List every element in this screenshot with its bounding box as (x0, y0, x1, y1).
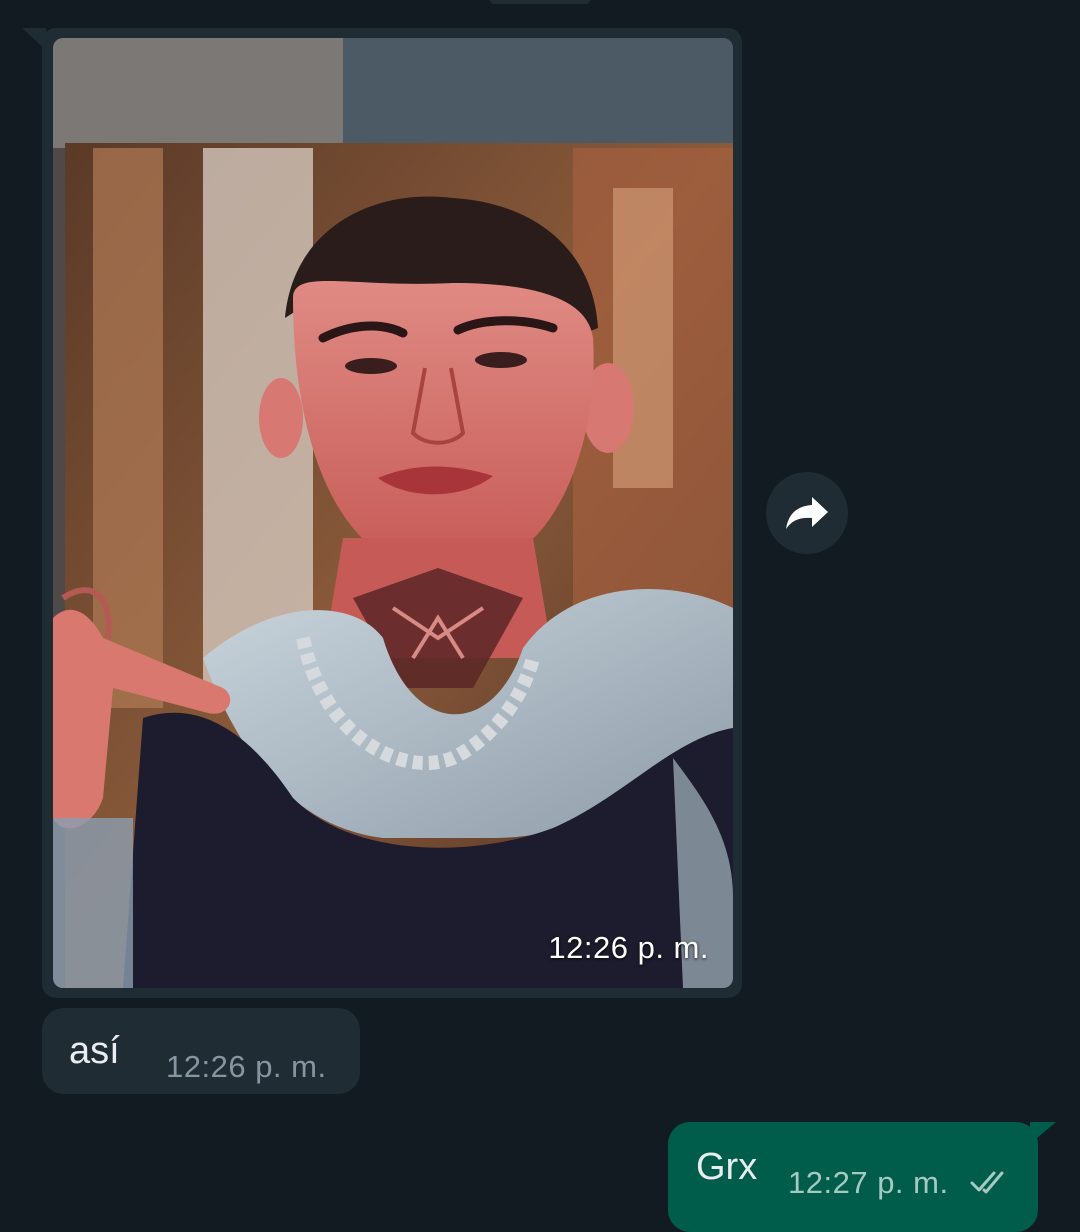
message-timestamp: 12:26 p. m. (166, 1049, 327, 1084)
incoming-message-bubble[interactable]: así 12:26 p. m. (42, 1008, 360, 1094)
message-timestamp: 12:26 p. m. (548, 930, 709, 965)
message-text: así (69, 1030, 120, 1072)
photo-illustration (53, 38, 733, 988)
forward-button[interactable] (766, 472, 848, 554)
chat-message-list[interactable]: 12:26 p. m. así 12:26 p. m. Grx 12:27 p.… (0, 0, 1080, 1232)
double-check-icon (970, 1171, 1004, 1194)
message-photo[interactable]: 12:26 p. m. (53, 38, 733, 988)
image-message-bubble[interactable]: 12:26 p. m. (42, 28, 742, 998)
message-timestamp: 12:27 p. m. (788, 1165, 949, 1200)
outgoing-message-bubble[interactable]: Grx 12:27 p. m. (668, 1122, 1038, 1232)
forward-arrow-icon (786, 497, 828, 529)
message-text: Grx (696, 1146, 758, 1188)
date-chip-edge (490, 0, 590, 4)
